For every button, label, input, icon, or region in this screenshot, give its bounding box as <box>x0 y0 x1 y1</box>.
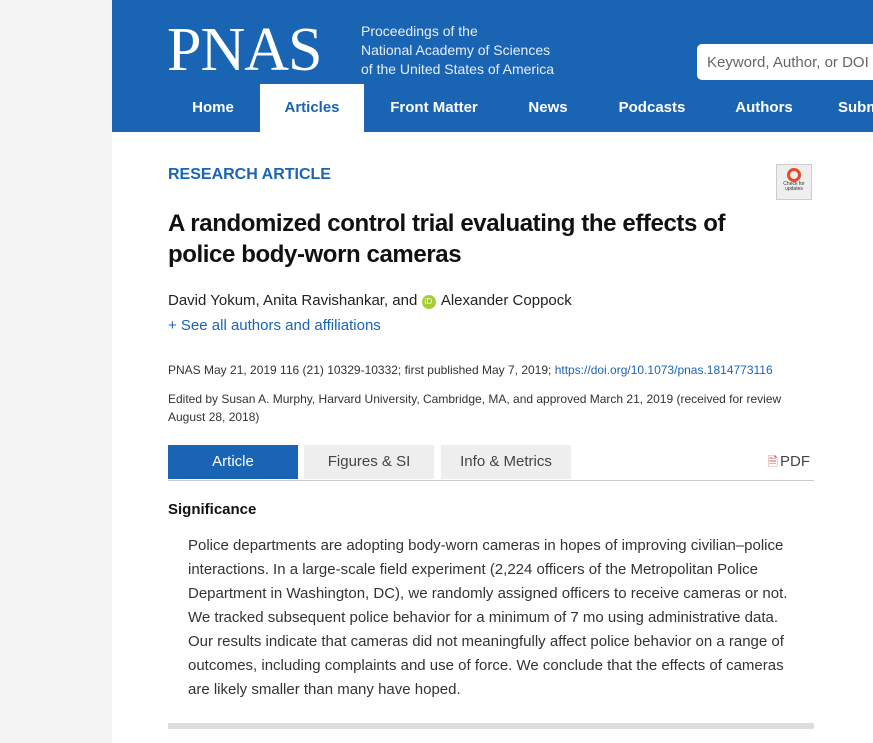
journal-name-line-2: National Academy of Sciences <box>361 42 551 58</box>
badge-text-line-2: updates <box>785 186 803 192</box>
site-header: PNAS Proceedings of the National Academy… <box>112 0 873 132</box>
article-title-line-2: police body-worn cameras <box>168 241 462 268</box>
orcid-icon[interactable]: iD <box>421 295 436 309</box>
nav-authors[interactable]: Authors <box>722 84 806 132</box>
significance-heading: Significance <box>168 501 257 518</box>
significance-text: Police departments are adopting body-wor… <box>188 537 788 698</box>
pdf-download-link[interactable]: 🗎 PDF <box>768 445 810 479</box>
tab-article[interactable]: Article <box>168 445 298 479</box>
section-divider <box>168 723 814 729</box>
nav-podcasts[interactable]: Podcasts <box>602 84 702 132</box>
check-for-updates-badge[interactable]: Check for updates <box>776 164 812 200</box>
crossmark-icon <box>787 168 801 182</box>
article-type-label: RESEARCH ARTICLE <box>168 166 331 183</box>
author-list: David Yokum, Anita Ravishankar, and iD A… <box>168 292 572 309</box>
doi-link[interactable]: https://doi.org/10.1073/pnas.1814773116 <box>555 363 773 377</box>
citation-line: PNAS May 21, 2019 116 (21) 10329-10332; … <box>168 363 773 377</box>
editor-note: Edited by Susan A. Murphy, Harvard Unive… <box>168 392 782 424</box>
nav-news[interactable]: News <box>508 84 588 132</box>
nav-front-matter[interactable]: Front Matter <box>374 84 494 132</box>
left-gutter <box>0 0 112 743</box>
see-all-authors-link[interactable]: + See all authors and affiliations <box>168 317 381 334</box>
pdf-label: PDF <box>780 453 810 470</box>
author-coppock[interactable]: Alexander Coppock <box>441 292 572 309</box>
journal-name-line-3: of the United States of America <box>361 61 554 77</box>
nav-home[interactable]: Home <box>164 84 262 132</box>
pdf-file-icon: 🗎 <box>767 454 778 469</box>
nav-submit[interactable]: Subm <box>838 84 873 132</box>
citation-text: PNAS May 21, 2019 116 (21) 10329-10332; … <box>168 363 555 377</box>
author-names[interactable]: David Yokum, Anita Ravishankar, and <box>168 292 422 309</box>
journal-name-line-1: Proceedings of the <box>361 23 478 39</box>
nav-articles[interactable]: Articles <box>260 84 364 132</box>
main-nav: Home Articles Front Matter News Podcasts… <box>112 84 873 132</box>
article-title-line-1: A randomized control trial evaluating th… <box>168 210 726 237</box>
tab-info-metrics[interactable]: Info & Metrics <box>441 445 571 479</box>
article-tabs: Article Figures & SI Info & Metrics 🗎 PDF <box>168 445 814 481</box>
search-input[interactable] <box>697 44 873 80</box>
pnas-logo[interactable]: PNAS <box>167 19 323 81</box>
tab-figures-si[interactable]: Figures & SI <box>304 445 434 479</box>
search-box <box>697 44 873 80</box>
journal-full-name: Proceedings of the National Academy of S… <box>361 22 554 79</box>
article-title: A randomized control trial evaluating th… <box>168 208 768 270</box>
